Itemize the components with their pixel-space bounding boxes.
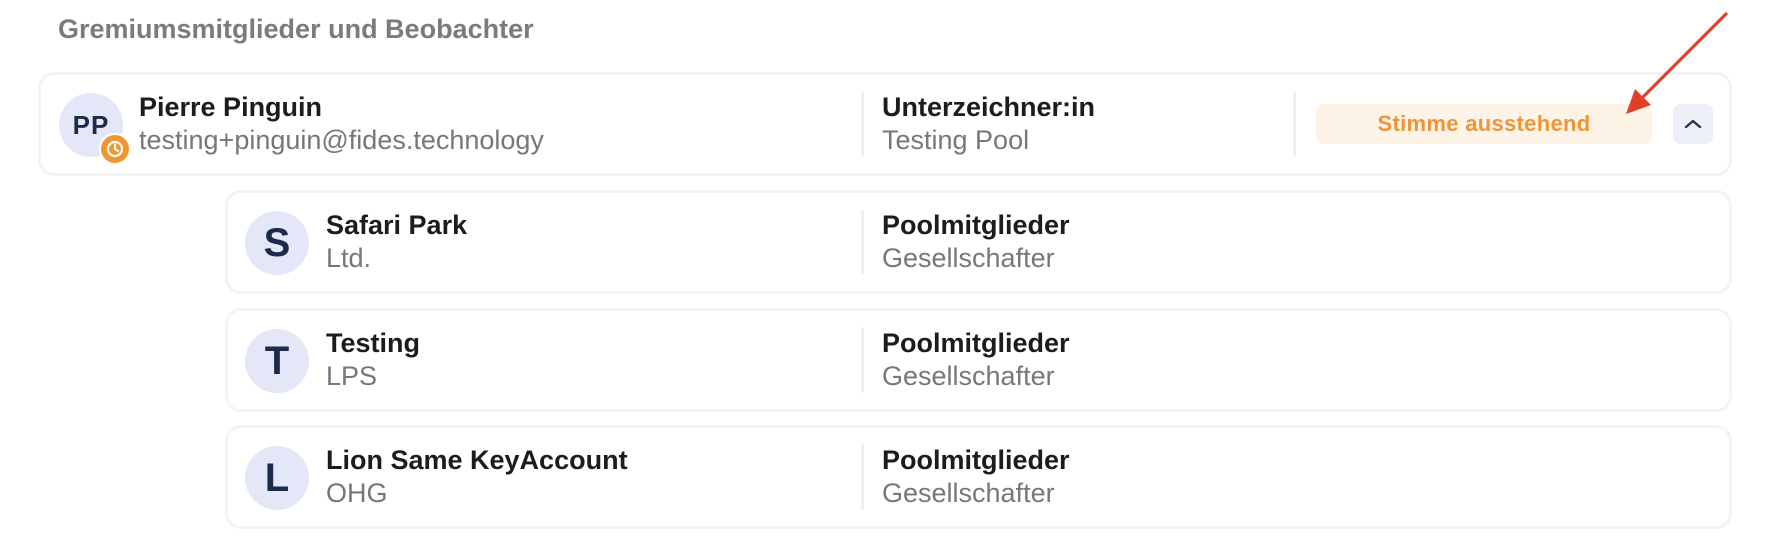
annotation-arrow-icon [1626, 12, 1728, 114]
